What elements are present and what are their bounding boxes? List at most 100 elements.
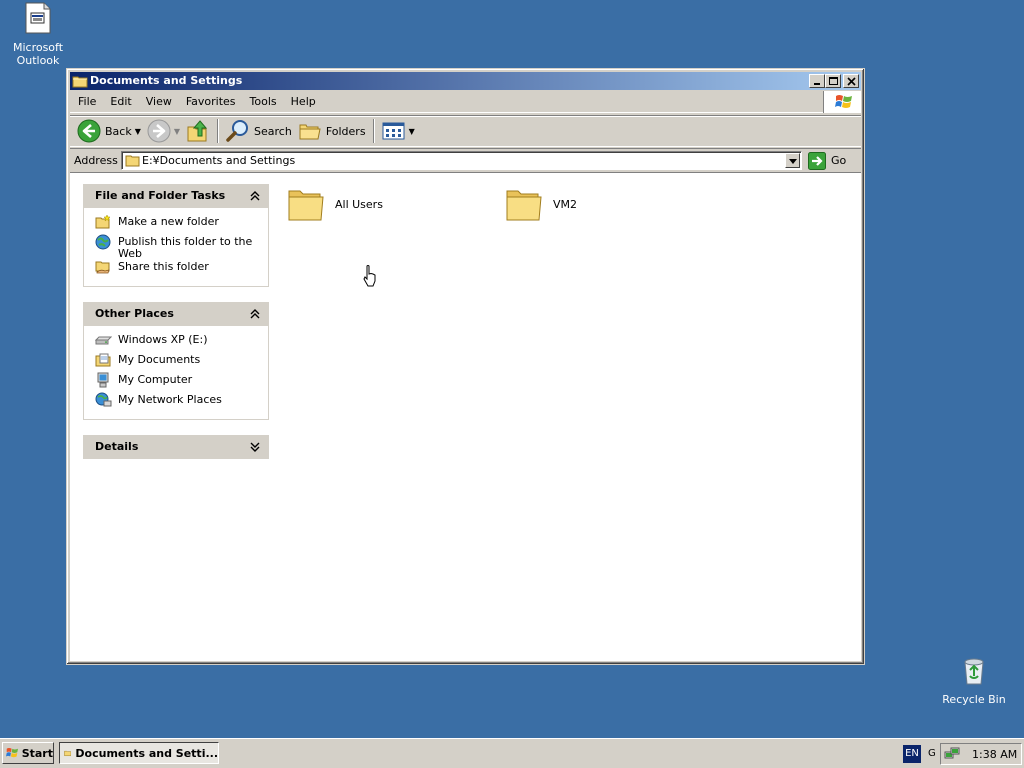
file-and-folder-tasks-body: Make a new folder Publish this folder to… — [83, 208, 269, 287]
windows-logo-icon — [6, 748, 18, 758]
file-and-folder-tasks-panel: File and Folder Tasks Make a new folder — [83, 184, 269, 287]
close-icon — [847, 77, 856, 86]
network-connection-icon[interactable] — [944, 746, 960, 762]
publish-folder-to-web-link[interactable]: Publish this folder to the Web — [95, 234, 262, 260]
back-dropdown-icon[interactable]: ▼ — [135, 127, 141, 136]
menu-view[interactable]: View — [140, 92, 178, 112]
panel-title: File and Folder Tasks — [95, 189, 226, 202]
link-label: Publish this folder to the Web — [118, 235, 252, 260]
go-arrow-icon — [808, 151, 826, 170]
clock[interactable]: 1:38 AM — [972, 748, 1017, 761]
forward-dropdown-icon[interactable]: ▼ — [174, 127, 180, 136]
taskbar-window-button[interactable]: Documents and Setti... — [59, 742, 219, 764]
folder-icon — [64, 750, 72, 757]
back-arrow-icon — [77, 119, 101, 143]
link-label: Windows XP (E:) — [118, 333, 208, 346]
maximize-button[interactable] — [825, 74, 841, 88]
menu-help[interactable]: Help — [285, 92, 322, 112]
my-network-places-link[interactable]: My Network Places — [95, 392, 262, 413]
menu-edit[interactable]: Edit — [104, 92, 137, 112]
folder-item-vm2[interactable]: VM2 — [504, 185, 714, 223]
folder-name: VM2 — [553, 197, 578, 211]
folder-icon — [125, 154, 140, 170]
up-folder-button[interactable] — [183, 118, 213, 144]
panel-title: Details — [95, 440, 139, 453]
link-label: My Network Places — [118, 393, 222, 406]
views-dropdown-icon[interactable]: ▼ — [409, 127, 415, 136]
maximize-icon — [829, 77, 838, 85]
my-computer-link[interactable]: My Computer — [95, 372, 262, 393]
minimize-icon — [814, 83, 820, 85]
address-dropdown-button[interactable] — [785, 153, 800, 168]
publish-web-icon — [95, 234, 111, 250]
title-bar[interactable]: Documents and Settings — [70, 72, 861, 90]
hand-cursor-icon — [363, 265, 376, 287]
menu-tools[interactable]: Tools — [244, 92, 283, 112]
folders-button[interactable]: Folders — [295, 118, 369, 144]
address-bar: Address E:¥Documents and Settings Go — [70, 148, 861, 171]
ime-indicator[interactable]: G — [928, 745, 936, 763]
desktop-icon-label: Recycle Bin — [942, 693, 1006, 706]
other-places-header[interactable]: Other Places — [83, 302, 269, 326]
share-this-folder-link[interactable]: Share this folder — [95, 260, 262, 280]
taskbar: Start Documents and Setti... EN G 1:38 A… — [0, 738, 1024, 768]
link-label: My Computer — [118, 373, 193, 386]
toolbar-separator — [217, 119, 220, 143]
taskbar-window-label: Documents and Setti... — [75, 746, 218, 760]
back-button[interactable]: Back ▼ — [74, 118, 144, 144]
search-button[interactable]: Search — [223, 118, 295, 144]
expand-chevron-icon[interactable] — [250, 442, 260, 452]
folder-item-all-users[interactable]: All Users — [286, 185, 496, 223]
my-computer-icon — [97, 372, 109, 388]
minimize-button[interactable] — [809, 74, 825, 88]
task-pane: File and Folder Tasks Make a new folder — [83, 184, 269, 474]
outlook-shortcut-icon — [0, 2, 76, 37]
desktop-icon-outlook[interactable]: Microsoft Outlook — [0, 2, 76, 67]
address-value: E:¥Documents and Settings — [142, 154, 296, 167]
language-indicator[interactable]: EN — [903, 745, 921, 763]
desktop-icon-label: Microsoft — [12, 41, 64, 54]
link-label-line: Web — [118, 247, 142, 260]
forward-button[interactable]: ▼ — [144, 118, 183, 144]
network-places-icon — [95, 392, 112, 407]
my-documents-link[interactable]: My Documents — [95, 353, 262, 373]
drive-icon — [95, 336, 112, 345]
details-header[interactable]: Details — [83, 435, 269, 459]
menu-file[interactable]: File — [72, 92, 102, 112]
toolbar-separator — [372, 119, 375, 143]
views-button[interactable]: ▼ — [379, 118, 418, 144]
new-folder-icon — [95, 214, 111, 229]
go-button[interactable]: Go — [808, 151, 846, 170]
menu-favorites[interactable]: Favorites — [180, 92, 242, 112]
details-panel: Details — [83, 435, 269, 459]
file-and-folder-tasks-header[interactable]: File and Folder Tasks — [83, 184, 269, 208]
windows-xp-drive-link[interactable]: Windows XP (E:) — [95, 333, 262, 353]
make-new-folder-link[interactable]: Make a new folder — [95, 214, 262, 235]
folder-icon — [288, 190, 324, 221]
collapse-chevron-icon[interactable] — [250, 309, 260, 319]
folders-icon — [299, 124, 321, 140]
panel-title: Other Places — [95, 307, 174, 320]
views-icon — [382, 122, 405, 140]
search-label: Search — [254, 124, 292, 138]
my-documents-icon — [95, 353, 111, 367]
back-label: Back — [105, 124, 132, 138]
other-places-body: Windows XP (E:) My Documents My Computer… — [83, 326, 269, 420]
address-label: Address — [74, 153, 118, 167]
system-tray: 1:38 AM — [940, 743, 1022, 765]
folder-icon — [506, 190, 542, 221]
collapse-chevron-icon[interactable] — [250, 191, 260, 201]
window-title: Documents and Settings — [90, 74, 243, 87]
link-label: My Documents — [118, 353, 201, 366]
search-icon — [226, 120, 249, 142]
close-button[interactable] — [843, 74, 859, 88]
menu-bar: File Edit View Favorites Tools Help — [70, 91, 861, 113]
up-folder-icon — [187, 120, 208, 142]
content-area: File and Folder Tasks Make a new folder — [70, 172, 861, 661]
address-input[interactable]: E:¥Documents and Settings — [121, 151, 802, 170]
start-button[interactable]: Start — [2, 742, 54, 764]
desktop-icon-recycle-bin[interactable]: Recycle Bin — [936, 656, 1012, 706]
folders-label: Folders — [325, 124, 366, 138]
desktop-icon-label: Outlook — [16, 54, 60, 67]
recycle-bin-icon — [936, 656, 1012, 689]
